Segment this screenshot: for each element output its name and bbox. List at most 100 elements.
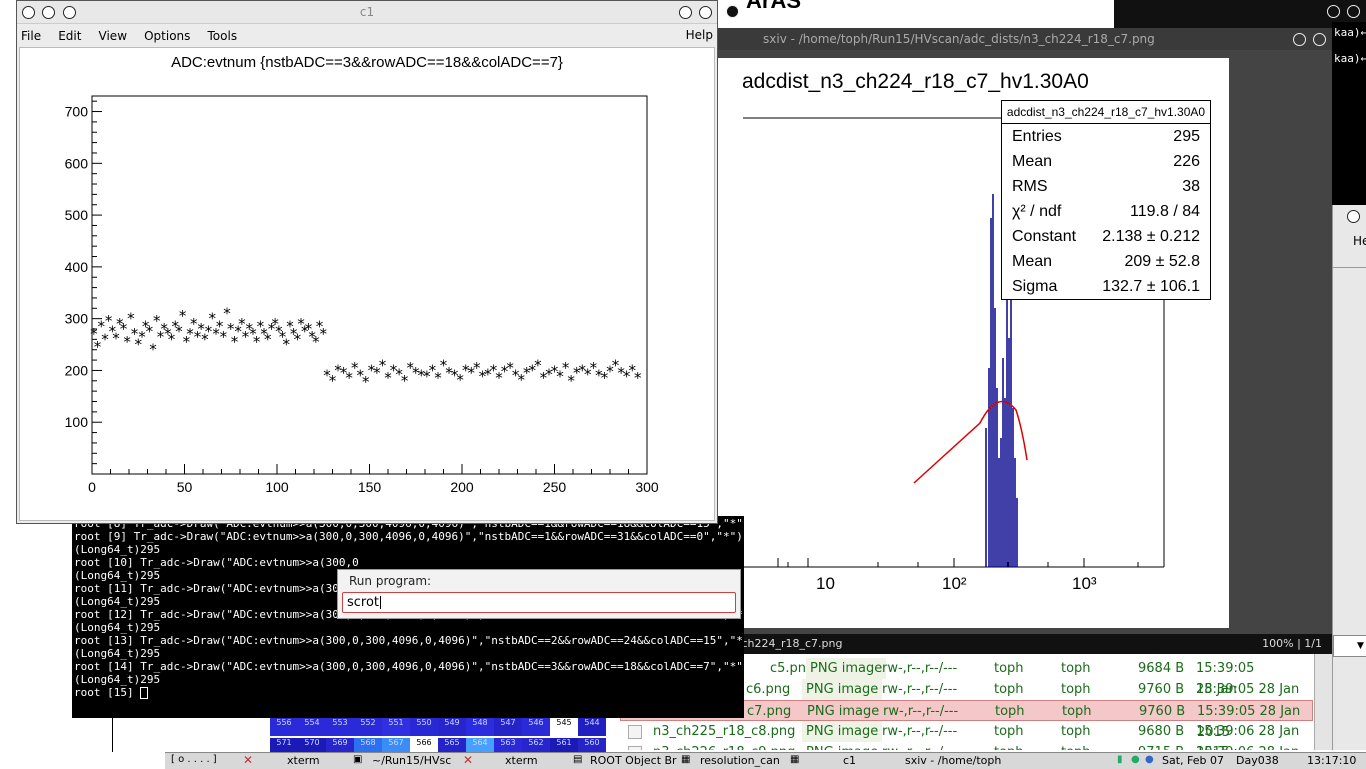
- sxiv-title: sxiv - /home/toph/Run15/HVscan/adc_dists…: [763, 32, 1155, 46]
- file-perms: rw-,r--,r--/---: [882, 682, 958, 697]
- run-program-dialog: Run program: scrot: [337, 569, 741, 619]
- chevron-down-icon[interactable]: ▼: [1357, 641, 1364, 651]
- x-tick-label: 200: [450, 479, 474, 495]
- heatmap-cell: 548: [466, 718, 494, 736]
- terminal-line: root [13] Tr_adc->Draw("ADC:evtnum>>a(30…: [74, 634, 744, 647]
- taskbar-item-xterm[interactable]: xterm: [505, 754, 538, 767]
- file-user: toph: [994, 742, 1024, 750]
- file-manager-scrollbar[interactable]: [1314, 654, 1332, 750]
- file-name: n3_ch225_r18_c8.png: [653, 724, 796, 739]
- file-name: c6.png: [746, 682, 791, 697]
- file-type: PNG image: [802, 721, 883, 742]
- taskbar-item-xterm[interactable]: xterm: [287, 754, 320, 767]
- plot-frame: [91, 95, 648, 475]
- file-row[interactable]: n3_ch226_r18_c9.png PNG image rw-,r--,r-…: [620, 742, 1320, 750]
- y-tick-label: 100: [65, 414, 89, 430]
- right-window-help[interactable]: He: [1353, 234, 1366, 248]
- y-tick-label: 500: [65, 207, 89, 223]
- file-perms: rw-,r--,r--/---: [882, 742, 957, 750]
- menu-tools[interactable]: Tools: [208, 26, 238, 46]
- right-window-minimize-button[interactable]: [1327, 5, 1340, 18]
- taskbar-icon: ✕: [463, 753, 474, 767]
- workspace-switcher[interactable]: [ o . . . . ]: [171, 754, 217, 765]
- stats-row: Mean 209 ± 52.8: [1012, 250, 1200, 274]
- file-size: 9680 B: [1138, 724, 1185, 739]
- stats-box: adcdist_n3_ch224_r18_c7_hv1.30A0 Entries…: [1001, 100, 1211, 300]
- x-tick-label: 250: [543, 479, 567, 495]
- run-program-input[interactable]: scrot: [342, 592, 736, 613]
- heatmap-cell: 552: [354, 718, 382, 736]
- heatmap-cell: 549: [438, 718, 466, 736]
- x-tick-label: 10: [816, 574, 835, 593]
- heatmap-cell: 554: [298, 718, 326, 736]
- stats-row: χ² / ndf 119.8 / 84: [1012, 200, 1200, 224]
- x-tick-label: 10³: [1072, 574, 1097, 593]
- file-icon: [628, 725, 642, 739]
- heatmap-cell: 560: [578, 738, 606, 752]
- menu-help[interactable]: Help: [686, 25, 713, 45]
- root-canvas-titlebar: c1: [17, 1, 717, 24]
- file-type: PNG image: [807, 704, 880, 719]
- heatmap-cell: 567: [382, 738, 410, 752]
- taskbar-item-sxiv[interactable]: sxiv - /home/toph: [905, 754, 1001, 767]
- stats-value: 132.7 ± 106.1: [1102, 278, 1200, 295]
- taskbar-icon: ✕: [243, 753, 254, 767]
- canvas-icon: ▦: [681, 754, 691, 765]
- stats-label: RMS: [1012, 178, 1048, 195]
- close-icon[interactable]: [1347, 210, 1360, 223]
- close-button[interactable]: [699, 6, 712, 19]
- taskbar-item-root-browser[interactable]: ROOT Object Br: [590, 754, 677, 767]
- menu-options[interactable]: Options: [144, 26, 190, 46]
- y-tick-label: 200: [65, 362, 89, 378]
- scatter-point: *: [634, 369, 642, 387]
- clock-date: Sat, Feb 07: [1162, 754, 1224, 767]
- x-tick-label: 100: [265, 479, 289, 495]
- root-canvas-menubar: File Edit View Options Tools Help: [17, 25, 717, 45]
- terminal-prompt-text: root [15]: [74, 686, 141, 699]
- heatmap-cell: 553: [326, 718, 354, 736]
- stats-row: Constant 2.138 ± 0.212: [1012, 225, 1200, 249]
- stats-label: Sigma: [1012, 278, 1058, 295]
- heatmap-cell: 563: [494, 738, 522, 752]
- root-icon: ▤: [573, 754, 583, 765]
- root-canvas-pad[interactable]: ADC:evtnum {nstbADC==3&&rowADC==18&&colA…: [19, 47, 715, 521]
- background-close-button[interactable]: [726, 5, 739, 18]
- clock-day: Day038: [1236, 754, 1279, 767]
- background-window: ArAS: [718, 0, 1114, 29]
- right-window-fragment: He ▼: [1332, 205, 1366, 750]
- heatmap-cell: 565: [438, 738, 466, 752]
- sxiv-minimize-button[interactable]: [1293, 33, 1306, 46]
- stats-label: Mean: [1012, 153, 1053, 170]
- right-window-close-button[interactable]: [1347, 5, 1360, 18]
- stats-row: Entries 295: [1012, 125, 1200, 149]
- minimize-button[interactable]: [679, 6, 692, 19]
- root-canvas-window: c1 File Edit View Options Tools Help ADC…: [16, 0, 718, 524]
- menu-file[interactable]: File: [21, 26, 41, 46]
- network-icon: ▮: [1117, 754, 1123, 765]
- run-program-input-value: scrot: [347, 595, 380, 610]
- file-name: n3_ch226_r18_c9.png: [653, 742, 795, 750]
- sxiv-close-button[interactable]: [1313, 33, 1326, 46]
- terminal-line: root [9] Tr_adc->Draw("ADC:evtnum>>a(300…: [74, 530, 743, 543]
- stats-value: 38: [1182, 178, 1200, 195]
- taskbar-item-c1[interactable]: c1: [843, 754, 856, 767]
- stats-label: Constant: [1012, 228, 1077, 245]
- y-tick-label: 400: [65, 259, 89, 275]
- taskbar-item-resolution[interactable]: resolution_can: [700, 754, 780, 767]
- stats-row: RMS 38: [1012, 175, 1200, 199]
- file-icon: [628, 746, 642, 750]
- file-group: toph: [1061, 682, 1091, 697]
- file-row[interactable]: n3_ch225_r18_c8.png PNG image rw-,r--,r-…: [620, 721, 1320, 750]
- file-group: toph: [1062, 704, 1092, 719]
- file-user: toph: [995, 704, 1025, 719]
- battery-icon: ●: [1131, 754, 1140, 765]
- terminal-prompt[interactable]: root [15]: [74, 686, 744, 699]
- heatmap-cell: 544: [578, 718, 606, 736]
- heatmap-cell: 566: [410, 738, 438, 752]
- heatmap-cell: 571: [270, 738, 298, 752]
- menu-edit[interactable]: Edit: [58, 26, 81, 46]
- terminal-line: (Long64_t)295: [74, 673, 161, 686]
- heatmap-cell: 546: [522, 718, 550, 736]
- taskbar-item-file-manager[interactable]: ~/Run15/HVsc: [372, 754, 451, 767]
- menu-view[interactable]: View: [99, 26, 127, 46]
